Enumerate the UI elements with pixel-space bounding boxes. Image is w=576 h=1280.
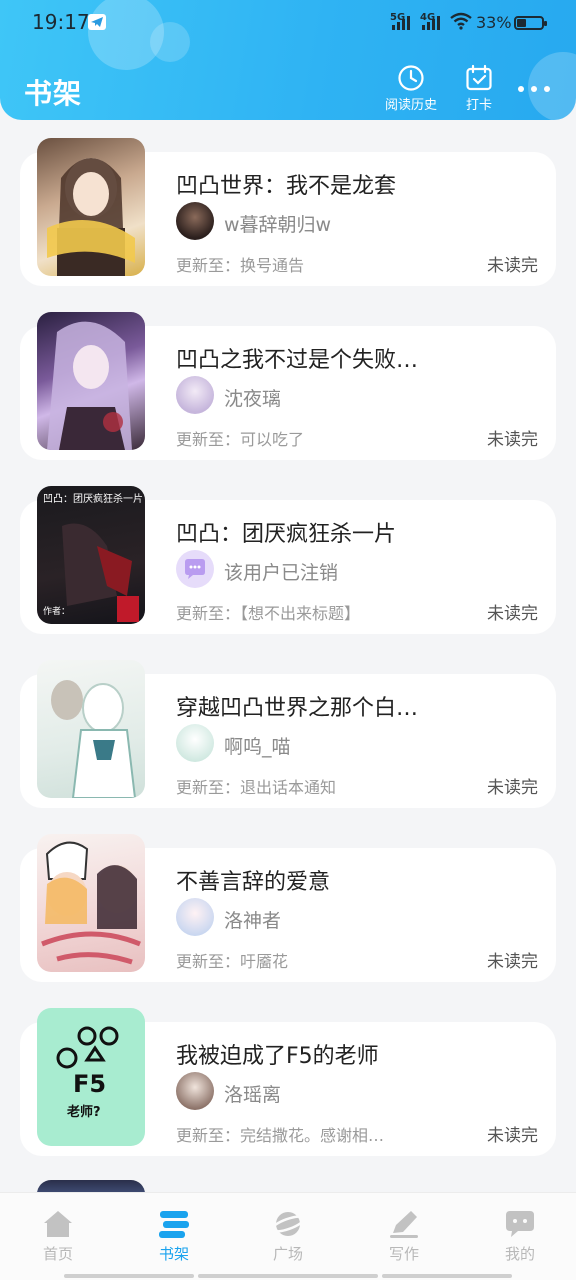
gesture-indicator (64, 1274, 194, 1278)
tab-label: 书架 (158, 1245, 189, 1263)
planet-icon (271, 1212, 305, 1236)
home-icon (44, 1211, 72, 1237)
author-avatar (176, 898, 214, 936)
check-in-button[interactable]: 打卡 (456, 64, 502, 113)
status-bar: 19:17 5G 4G 33% (0, 0, 576, 46)
pen-icon (390, 1211, 418, 1238)
author-name: 沈夜璃 (224, 388, 282, 410)
bottom-tab-bar: 首页 书架 广场 写作 我的 (0, 1192, 576, 1280)
book-cover (37, 138, 145, 276)
latest-update: 更新至：完结撒花。感谢相… (176, 1126, 385, 1145)
book-cover (37, 660, 145, 798)
author-name: 该用户已注销 (224, 562, 339, 584)
book-card[interactable]: 凹凸之我不过是个失败… 沈夜璃 更新至：可以吃了 未读完 (20, 312, 556, 460)
book-cover: F5 老师? (37, 1008, 145, 1146)
more-options-icon[interactable] (516, 86, 552, 94)
svg-text:F5: F5 (73, 1070, 106, 1098)
tab-bookshelf[interactable]: 书架 (134, 1209, 214, 1264)
read-status: 未读完 (487, 604, 538, 624)
tab-label: 写作 (388, 1245, 419, 1263)
author-avatar (176, 202, 214, 240)
read-status: 未读完 (487, 256, 538, 276)
telegram-icon (88, 14, 106, 30)
page-title: 书架 (24, 77, 83, 110)
cover-illustration: F5 老师? (56, 1026, 119, 1120)
latest-update: 更新至：吁靥花 (176, 952, 289, 971)
book-cover: 凹凸：团厌疯狂杀一片 作者： (37, 486, 145, 624)
book-title: 穿越凹凸世界之那个白… (176, 696, 419, 721)
author-name: 洛瑶离 (224, 1084, 282, 1106)
author-name: 啊呜_喵 (224, 736, 291, 758)
tab-label: 首页 (42, 1245, 73, 1263)
clock-icon (398, 65, 424, 91)
latest-update: 更新至：换号通告 (176, 256, 305, 275)
latest-update: 更新至：【想不出来标题】 (176, 604, 361, 623)
gesture-indicator (382, 1274, 512, 1278)
signal-icon (422, 16, 440, 30)
book-card[interactable]: 不善言辞的爱意 洛神者 更新至：吁靥花 未读完 (20, 834, 556, 982)
cover-illustration (41, 841, 141, 965)
cover-illustration (47, 158, 135, 276)
tab-label: 我的 (504, 1245, 535, 1263)
battery-percent: 33% (476, 13, 512, 32)
signal-icon (392, 16, 410, 30)
read-status: 未读完 (487, 1126, 538, 1146)
tab-write[interactable]: 写作 (364, 1209, 444, 1264)
book-title: 凹凸：团厌疯狂杀一片 (176, 522, 397, 547)
read-status: 未读完 (487, 430, 538, 450)
author-avatar (176, 1072, 214, 1110)
latest-update: 更新至：可以吃了 (176, 430, 305, 449)
read-status: 未读完 (487, 952, 538, 972)
author-avatar (176, 550, 214, 588)
reading-history-label: 阅读历史 (384, 98, 437, 113)
tab-square[interactable]: 广场 (248, 1209, 328, 1264)
bookshelf-icon (159, 1211, 189, 1238)
cover-title-text: 凹凸：团厌疯狂杀一片 (43, 494, 143, 505)
chat-bubble-icon (185, 559, 205, 579)
cover-author-text: 作者： (43, 607, 71, 617)
svg-text:老师?: 老师? (66, 1104, 101, 1120)
book-card[interactable]: 凹凸：团厌疯狂杀一片 作者： 凹凸：团厌疯狂杀一片 该用户已注销 更新至：【想不… (20, 486, 556, 634)
book-title: 凹凸之我不过是个失败… (176, 348, 419, 373)
book-cover (37, 312, 145, 450)
calendar-check-icon (466, 64, 492, 91)
author-name: 洛神者 (224, 910, 282, 932)
cover-illustration (47, 321, 132, 450)
book-cover (37, 834, 145, 972)
chat-bubble-icon (506, 1211, 534, 1237)
check-in-label: 打卡 (465, 98, 492, 113)
cover-illustration (51, 680, 137, 798)
author-avatar (176, 376, 214, 414)
reading-history-button[interactable]: 阅读历史 (380, 64, 442, 113)
tab-label: 广场 (272, 1245, 303, 1263)
latest-update: 更新至：退出话本通知 (176, 778, 337, 797)
app-header: 19:17 5G 4G 33% 书架 阅读历史 打卡 (0, 0, 576, 120)
book-card[interactable]: 穿越凹凸世界之那个白… 啊呜_喵 更新至：退出话本通知 未读完 (20, 660, 556, 808)
status-time: 19:17 (32, 10, 90, 34)
wifi-icon (450, 12, 472, 30)
book-title: 凹凸世界：我不是龙套 (176, 174, 397, 199)
author-name: w暮辞朝归w (224, 214, 332, 236)
author-avatar (176, 724, 214, 762)
book-card[interactable]: F5 老师? 我被迫成了F5的老师 洛瑶离 更新至：完结撒花。感谢相… 未读完 (20, 1008, 556, 1156)
battery-icon (514, 16, 547, 30)
read-status: 未读完 (487, 778, 538, 798)
tab-home[interactable]: 首页 (18, 1209, 98, 1264)
book-card[interactable]: 凹凸世界：我不是龙套 w暮辞朝归w 更新至：换号通告 未读完 (20, 138, 556, 286)
tab-mine[interactable]: 我的 (480, 1209, 560, 1264)
book-title: 不善言辞的爱意 (176, 870, 331, 895)
book-title: 我被迫成了F5的老师 (176, 1044, 379, 1069)
gesture-indicator (198, 1274, 378, 1278)
